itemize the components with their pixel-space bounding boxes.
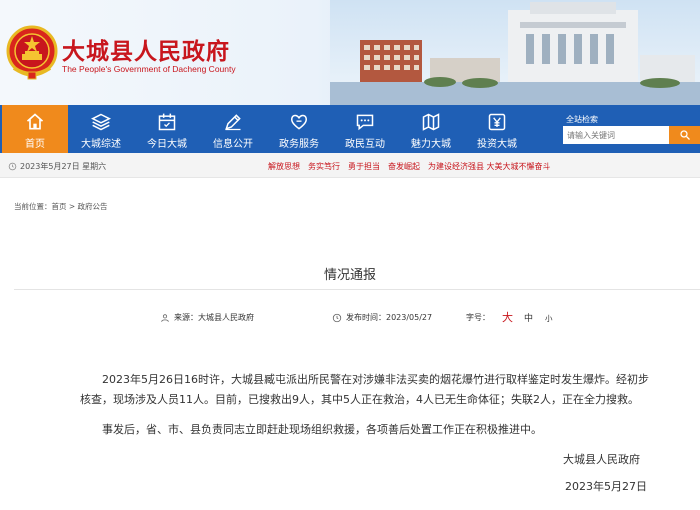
home-icon (26, 113, 44, 130)
nav-item-home[interactable]: 首页 (2, 105, 68, 153)
yuan-icon (488, 113, 506, 131)
search-input[interactable] (563, 126, 669, 144)
nav-item-label: 魅力大城 (411, 139, 451, 150)
source-text: 来源：大城县人民政府 (174, 313, 254, 322)
slogan: 勇于担当 (348, 162, 380, 171)
page-title: 情况通报 (323, 268, 376, 283)
nav-item-overview[interactable]: 大城综述 (68, 105, 134, 153)
clock-icon (332, 313, 342, 322)
city-building-banner (330, 0, 700, 105)
person-icon (161, 313, 169, 322)
nav-item-label: 今日大城 (147, 139, 187, 150)
font-size-label: 字号： (466, 312, 490, 323)
title-divider (14, 289, 700, 290)
date-text: 2023年5月27日 星期六 (20, 162, 107, 171)
nav-item-disclosure[interactable]: 信息公开 (200, 105, 266, 153)
main-nav: 首页 大城综述 今日大城 信息公开 政务服务 政民互动 魅力大城 投资大城 全站… (0, 105, 700, 153)
sign-date: 2023年5月27日 (565, 480, 647, 493)
calendar-icon (158, 113, 176, 131)
site-subtitle: The People's Government of Dacheng Count… (62, 64, 236, 74)
site-title: 大城县人民政府 (62, 38, 230, 65)
heart-icon (290, 114, 308, 130)
slogan: 为建设经济强县 大美大城不懈奋斗 (428, 162, 551, 171)
article-source: 来源：大城县人民政府 (160, 312, 254, 323)
nav-item-label: 政民互动 (345, 139, 385, 150)
article-publish-time: 发布时间：2023/05/27 (332, 312, 432, 323)
nav-item-label: 大城综述 (81, 139, 121, 150)
article-paragraph: 事发后，省、市、县负责同志立即赶赴现场组织救援，各项善后处置工作正在积极推进中。 (102, 423, 542, 436)
nav-item-interaction[interactable]: 政民互动 (332, 105, 398, 153)
nav-item-label: 投资大城 (477, 139, 517, 150)
breadcrumb[interactable]: 当前位置：首页 > 政府公告 (14, 201, 108, 212)
font-size-small-button[interactable]: 小 (545, 313, 553, 324)
search-label: 全站检索 (566, 115, 598, 124)
signature: 大城县人民政府 (563, 453, 640, 466)
nav-item-services[interactable]: 政务服务 (266, 105, 332, 153)
slogan: 解放思想 (268, 162, 300, 171)
chat-icon (356, 114, 374, 131)
nav-item-label: 政务服务 (279, 139, 319, 150)
site-header: 大城县人民政府 The People's Government of Dache… (0, 0, 700, 105)
date-display: 2023年5月27日 星期六 (8, 161, 106, 172)
map-icon (422, 113, 440, 131)
search-icon (679, 130, 690, 140)
nav-item-label: 首页 (25, 139, 45, 150)
info-bar: 2023年5月27日 星期六 解放思想 务实笃行 勇于担当 奋发崛起 为建设经济… (0, 153, 700, 178)
nav-item-charm[interactable]: 魅力大城 (398, 105, 464, 153)
slogan: 奋发崛起 (388, 162, 420, 171)
national-emblem-icon (6, 25, 58, 80)
pen-icon (225, 114, 241, 131)
search-button[interactable] (669, 126, 700, 144)
article-paragraph: 2023年5月26日16时许，大城县臧屯派出所民警在对涉嫌非法买卖的烟花爆竹进行… (80, 373, 649, 406)
nav-item-today[interactable]: 今日大城 (134, 105, 200, 153)
nav-item-invest[interactable]: 投资大城 (464, 105, 530, 153)
layers-icon (91, 113, 111, 131)
font-size-medium-button[interactable]: 中 (524, 311, 533, 324)
clock-icon (8, 162, 17, 171)
publish-text: 发布时间：2023/05/27 (346, 313, 433, 322)
slogan: 务实笃行 (308, 162, 340, 171)
font-size-large-button[interactable]: 大 (502, 309, 513, 325)
slogans: 解放思想 务实笃行 勇于担当 奋发崛起 为建设经济强县 大美大城不懈奋斗 (268, 161, 551, 172)
nav-item-label: 信息公开 (213, 139, 253, 150)
font-size-text: 字号： (466, 313, 490, 322)
